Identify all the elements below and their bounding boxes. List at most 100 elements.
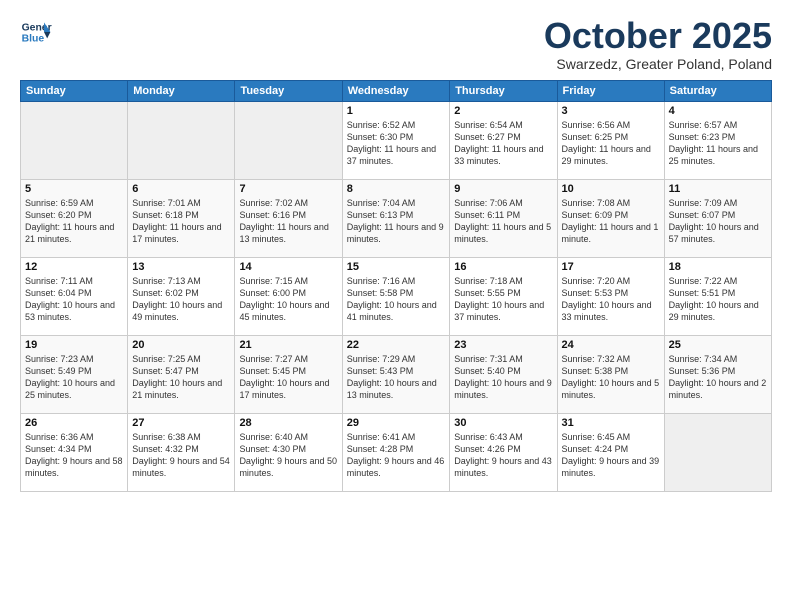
day-info: Sunrise: 6:38 AM Sunset: 4:32 PM Dayligh…: [132, 431, 230, 480]
calendar-cell: 5 Sunrise: 6:59 AM Sunset: 6:20 PM Daylig…: [21, 179, 128, 257]
day-info: Sunrise: 7:09 AM Sunset: 6:07 PM Dayligh…: [669, 197, 767, 246]
day-info: Sunrise: 6:36 AM Sunset: 4:34 PM Dayligh…: [25, 431, 123, 480]
day-info: Sunrise: 7:25 AM Sunset: 5:47 PM Dayligh…: [132, 353, 230, 402]
day-info: Sunrise: 7:11 AM Sunset: 6:04 PM Dayligh…: [25, 275, 123, 324]
day-number: 25: [669, 339, 767, 351]
calendar-week-row: 5 Sunrise: 6:59 AM Sunset: 6:20 PM Daylig…: [21, 179, 772, 257]
day-number: 2: [454, 105, 552, 117]
day-info: Sunrise: 6:54 AM Sunset: 6:27 PM Dayligh…: [454, 119, 552, 168]
calendar-cell: 25 Sunrise: 7:34 AM Sunset: 5:36 PM Dayli…: [664, 335, 771, 413]
day-number: 24: [562, 339, 660, 351]
day-number: 19: [25, 339, 123, 351]
day-number: 23: [454, 339, 552, 351]
calendar-cell: 20 Sunrise: 7:25 AM Sunset: 5:47 PM Dayli…: [128, 335, 235, 413]
col-sunday: Sunday: [21, 80, 128, 101]
day-number: 27: [132, 417, 230, 429]
calendar-cell: 1Sunrise: 6:52 AM Sunset: 6:30 PM Daylig…: [342, 101, 450, 179]
calendar-week-row: 19 Sunrise: 7:23 AM Sunset: 5:49 PM Dayli…: [21, 335, 772, 413]
day-number: 15: [347, 261, 446, 273]
day-info: Sunrise: 7:04 AM Sunset: 6:13 PM Dayligh…: [347, 197, 446, 246]
calendar-cell: 9 Sunrise: 7:06 AM Sunset: 6:11 PM Daylig…: [450, 179, 557, 257]
day-number: 12: [25, 261, 123, 273]
day-number: 5: [25, 183, 123, 195]
calendar-cell: 22Sunrise: 7:29 AM Sunset: 5:43 PM Dayli…: [342, 335, 450, 413]
day-number: 20: [132, 339, 230, 351]
calendar-week-row: 1Sunrise: 6:52 AM Sunset: 6:30 PM Daylig…: [21, 101, 772, 179]
day-info: Sunrise: 7:20 AM Sunset: 5:53 PM Dayligh…: [562, 275, 660, 324]
day-number: 13: [132, 261, 230, 273]
day-info: Sunrise: 6:56 AM Sunset: 6:25 PM Dayligh…: [562, 119, 660, 168]
day-number: 30: [454, 417, 552, 429]
day-number: 1: [347, 105, 446, 117]
day-info: Sunrise: 6:41 AM Sunset: 4:28 PM Dayligh…: [347, 431, 446, 480]
logo-icon: General Blue: [20, 16, 52, 48]
col-monday: Monday: [128, 80, 235, 101]
title-block: October 2025 Swarzedz, Greater Poland, P…: [544, 16, 772, 72]
calendar-cell: 23Sunrise: 7:31 AM Sunset: 5:40 PM Dayli…: [450, 335, 557, 413]
day-number: 18: [669, 261, 767, 273]
day-info: Sunrise: 7:34 AM Sunset: 5:36 PM Dayligh…: [669, 353, 767, 402]
calendar-week-row: 26Sunrise: 6:36 AM Sunset: 4:34 PM Dayli…: [21, 413, 772, 491]
calendar-cell: 10 Sunrise: 7:08 AM Sunset: 6:09 PM Dayli…: [557, 179, 664, 257]
calendar-cell: 15 Sunrise: 7:16 AM Sunset: 5:58 PM Dayli…: [342, 257, 450, 335]
day-number: 29: [347, 417, 446, 429]
col-thursday: Thursday: [450, 80, 557, 101]
day-info: Sunrise: 6:45 AM Sunset: 4:24 PM Dayligh…: [562, 431, 660, 480]
calendar-cell: 12 Sunrise: 7:11 AM Sunset: 6:04 PM Dayli…: [21, 257, 128, 335]
day-number: 11: [669, 183, 767, 195]
calendar-cell: 7Sunrise: 7:02 AM Sunset: 6:16 PM Daylig…: [235, 179, 342, 257]
calendar-cell: 3 Sunrise: 6:56 AM Sunset: 6:25 PM Daylig…: [557, 101, 664, 179]
day-number: 4: [669, 105, 767, 117]
day-info: Sunrise: 7:06 AM Sunset: 6:11 PM Dayligh…: [454, 197, 552, 246]
calendar-cell: [664, 413, 771, 491]
day-info: Sunrise: 7:01 AM Sunset: 6:18 PM Dayligh…: [132, 197, 230, 246]
day-info: Sunrise: 6:57 AM Sunset: 6:23 PM Dayligh…: [669, 119, 767, 168]
calendar-header-row: Sunday Monday Tuesday Wednesday Thursday…: [21, 80, 772, 101]
day-info: Sunrise: 7:02 AM Sunset: 6:16 PM Dayligh…: [239, 197, 337, 246]
col-tuesday: Tuesday: [235, 80, 342, 101]
day-info: Sunrise: 7:08 AM Sunset: 6:09 PM Dayligh…: [562, 197, 660, 246]
day-number: 9: [454, 183, 552, 195]
calendar-cell: 30 Sunrise: 6:43 AM Sunset: 4:26 PM Dayli…: [450, 413, 557, 491]
calendar-cell: 21 Sunrise: 7:27 AM Sunset: 5:45 PM Dayli…: [235, 335, 342, 413]
svg-text:Blue: Blue: [22, 34, 45, 45]
calendar-cell: 8 Sunrise: 7:04 AM Sunset: 6:13 PM Daylig…: [342, 179, 450, 257]
calendar-cell: 28Sunrise: 6:40 AM Sunset: 4:30 PM Dayli…: [235, 413, 342, 491]
day-info: Sunrise: 7:27 AM Sunset: 5:45 PM Dayligh…: [239, 353, 337, 402]
day-number: 10: [562, 183, 660, 195]
day-number: 28: [239, 417, 337, 429]
location-subtitle: Swarzedz, Greater Poland, Poland: [544, 56, 772, 72]
header: General Blue October 2025 Swarzedz, Grea…: [20, 16, 772, 72]
day-info: Sunrise: 7:16 AM Sunset: 5:58 PM Dayligh…: [347, 275, 446, 324]
day-info: Sunrise: 7:23 AM Sunset: 5:49 PM Dayligh…: [25, 353, 123, 402]
day-info: Sunrise: 7:13 AM Sunset: 6:02 PM Dayligh…: [132, 275, 230, 324]
calendar-cell: 26Sunrise: 6:36 AM Sunset: 4:34 PM Dayli…: [21, 413, 128, 491]
calendar-cell: 18 Sunrise: 7:22 AM Sunset: 5:51 PM Dayli…: [664, 257, 771, 335]
day-info: Sunrise: 7:18 AM Sunset: 5:55 PM Dayligh…: [454, 275, 552, 324]
calendar-cell: 24 Sunrise: 7:32 AM Sunset: 5:38 PM Dayli…: [557, 335, 664, 413]
calendar-cell: 2 Sunrise: 6:54 AM Sunset: 6:27 PM Daylig…: [450, 101, 557, 179]
day-info: Sunrise: 7:32 AM Sunset: 5:38 PM Dayligh…: [562, 353, 660, 402]
day-info: Sunrise: 6:43 AM Sunset: 4:26 PM Dayligh…: [454, 431, 552, 480]
calendar-cell: [21, 101, 128, 179]
calendar-cell: 4 Sunrise: 6:57 AM Sunset: 6:23 PM Daylig…: [664, 101, 771, 179]
day-info: Sunrise: 6:59 AM Sunset: 6:20 PM Dayligh…: [25, 197, 123, 246]
col-saturday: Saturday: [664, 80, 771, 101]
day-number: 22: [347, 339, 446, 351]
calendar-week-row: 12 Sunrise: 7:11 AM Sunset: 6:04 PM Dayli…: [21, 257, 772, 335]
col-friday: Friday: [557, 80, 664, 101]
calendar-cell: 29 Sunrise: 6:41 AM Sunset: 4:28 PM Dayli…: [342, 413, 450, 491]
day-number: 6: [132, 183, 230, 195]
day-number: 16: [454, 261, 552, 273]
day-info: Sunrise: 7:22 AM Sunset: 5:51 PM Dayligh…: [669, 275, 767, 324]
calendar-cell: 14Sunrise: 7:15 AM Sunset: 6:00 PM Dayli…: [235, 257, 342, 335]
calendar-cell: [235, 101, 342, 179]
col-wednesday: Wednesday: [342, 80, 450, 101]
day-info: Sunrise: 7:15 AM Sunset: 6:00 PM Dayligh…: [239, 275, 337, 324]
day-number: 3: [562, 105, 660, 117]
day-number: 31: [562, 417, 660, 429]
month-title: October 2025: [544, 16, 772, 56]
calendar-cell: 19 Sunrise: 7:23 AM Sunset: 5:49 PM Dayli…: [21, 335, 128, 413]
day-number: 21: [239, 339, 337, 351]
day-number: 8: [347, 183, 446, 195]
